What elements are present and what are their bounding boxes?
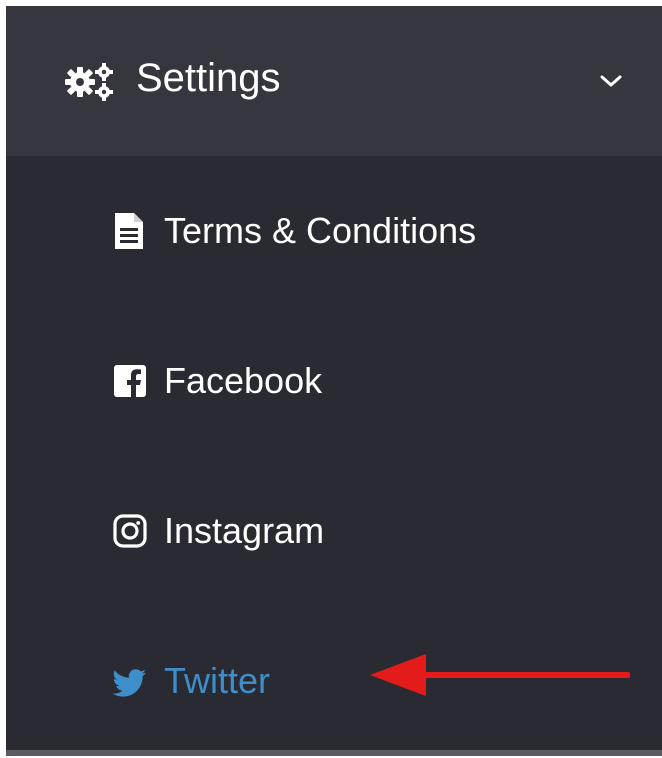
file-text-icon (115, 213, 143, 249)
sidebar-panel: Settings Terms & Conditions Facebook Ins… (6, 6, 662, 756)
settings-title: Settings (136, 56, 281, 100)
menu-item-label: Facebook (164, 360, 323, 401)
facebook-icon (114, 365, 146, 397)
annotation-arrow (370, 654, 630, 696)
chevron-down-icon[interactable] (598, 72, 624, 90)
instagram-icon (113, 514, 147, 548)
menu-item-instagram[interactable]: Instagram (6, 456, 662, 606)
menu-item-label: Instagram (164, 510, 325, 551)
twitter-icon (112, 669, 146, 697)
menu-item-terms-conditions[interactable]: Terms & Conditions (6, 156, 662, 306)
menu-item-label: Terms & Conditions (164, 210, 477, 251)
gears-icon (65, 63, 113, 101)
menu-item-label: Twitter (164, 660, 271, 701)
settings-menu-header[interactable]: Settings (6, 6, 662, 156)
menu-item-facebook[interactable]: Facebook (6, 306, 662, 456)
